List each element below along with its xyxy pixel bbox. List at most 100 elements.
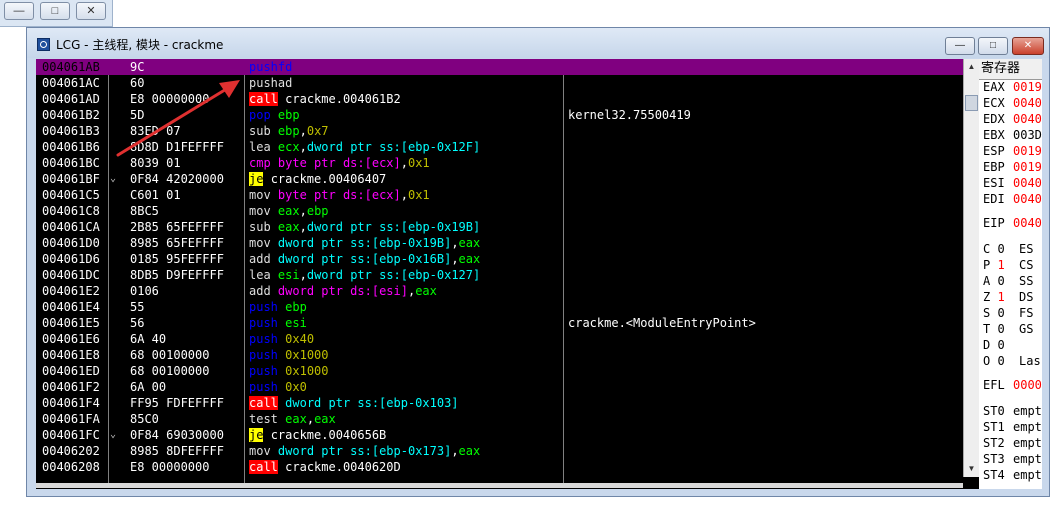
disassembly-pane[interactable]: 004061AB 9C pushfd 004061AC 60 pushad 004061AD…: [36, 59, 963, 483]
mnemonic: mov: [249, 444, 271, 458]
hex-bytes-cell: 68 00100000: [130, 348, 210, 362]
disasm-row[interactable]: 004061E8 68 00100000 push 0x1000: [36, 347, 963, 363]
disasm-row[interactable]: 004061CA 2B85 65FEFFFF sub eax,dword ptr s…: [36, 219, 963, 235]
hex-bytes-cell: 6A 40: [130, 332, 167, 346]
mnemonic: je: [249, 428, 264, 442]
mnemonic: call: [249, 396, 278, 410]
address-cell: 004061AD: [42, 92, 100, 106]
flag-value[interactable]: O 0: [983, 353, 1005, 369]
register-value[interactable]: 0019: [1013, 143, 1042, 159]
register-value[interactable]: 0040: [1013, 111, 1042, 127]
background-maximize-button[interactable]: □: [40, 2, 70, 20]
background-minimize-button[interactable]: —: [4, 2, 34, 20]
disasm-row[interactable]: 004061DC 8DB5 D9FEFFFF lea esi,dword ptr s…: [36, 267, 963, 283]
hex-bytes-cell: C601 01: [130, 188, 181, 202]
operand: 0x40: [285, 332, 315, 346]
disasm-row[interactable]: 004061BC 8039 01 cmp byte ptr ds:[ecx],0x1: [36, 155, 963, 171]
disasm-row[interactable]: 004061E4 55 push ebp: [36, 299, 963, 315]
flag-value[interactable]: S 0: [983, 305, 1005, 321]
disasm-row[interactable]: 004061FC ⌄ 0F84 69030000 je crackme.0040656…: [36, 427, 963, 443]
title-bar[interactable]: LCG - 主线程, 模块 - crackme — □ ✕: [27, 28, 1049, 58]
instruction-cell: mov eax,ebp: [249, 203, 329, 219]
register-value[interactable]: 0040: [1013, 215, 1042, 231]
flag-value[interactable]: T 0: [983, 321, 1005, 337]
disasm-row[interactable]: 004061BF ⌄ 0F84 42020000 je crackme.0040640…: [36, 171, 963, 187]
scroll-thumb[interactable]: [965, 95, 978, 111]
flag-value[interactable]: P 1: [983, 257, 1005, 273]
operand: eax: [458, 252, 481, 266]
mnemonic: lea: [249, 140, 271, 154]
disasm-row[interactable]: 00406208 E8 00000000 call crackme.0040620D: [36, 459, 963, 475]
maximize-button[interactable]: □: [978, 37, 1008, 55]
flag-value[interactable]: Z 1: [983, 289, 1005, 305]
address-cell: 004061BC: [42, 156, 100, 170]
register-value[interactable]: 003D: [1013, 127, 1042, 143]
disasm-row[interactable]: 004061D6 0185 95FEFFFF add dword ptr ss:[e…: [36, 251, 963, 267]
horizontal-scrollbar[interactable]: [36, 483, 963, 488]
fpu-register-name: ST3: [983, 452, 1005, 466]
register-value[interactable]: 0000: [1013, 377, 1042, 393]
scroll-down-icon[interactable]: ▼: [965, 462, 978, 476]
operand: byte ptr ds:[ecx]: [277, 188, 401, 202]
operand: ,: [451, 252, 459, 266]
operand: eax: [458, 444, 481, 458]
disasm-row[interactable]: 004061FA 85C0 test eax,eax: [36, 411, 963, 427]
flag-value[interactable]: A 0: [983, 273, 1005, 289]
register-value[interactable]: 0040: [1013, 95, 1042, 111]
mnemonic: cmp: [249, 156, 271, 170]
register-value[interactable]: 0040: [1013, 175, 1042, 191]
operand: dword ptr ss:[ebp-0x19B]: [277, 236, 452, 250]
operand: dword ptr ss:[ebp-0x16B]: [277, 252, 452, 266]
disasm-row[interactable]: 004061C8 8BC5 mov eax,ebp: [36, 203, 963, 219]
minimize-button[interactable]: —: [945, 37, 975, 55]
disasm-row[interactable]: 004061F4 FF95 FDFEFFFF call dword ptr ss:[…: [36, 395, 963, 411]
app-icon: [37, 38, 50, 51]
register-name: EDX: [983, 112, 1005, 126]
hex-bytes-cell: 68 00100000: [130, 364, 210, 378]
disasm-row[interactable]: 004061B2 5D pop ebp kernel32.75500419: [36, 107, 963, 123]
disasm-row[interactable]: 004061D0 8985 65FEFFFF mov dword ptr ss:[e…: [36, 235, 963, 251]
flag-value[interactable]: C 0: [983, 241, 1005, 257]
scroll-up-icon[interactable]: ▲: [965, 60, 978, 74]
flag-value[interactable]: D 0: [983, 337, 1005, 353]
mnemonic: push: [249, 300, 278, 314]
disasm-row[interactable]: 004061E6 6A 40 push 0x40: [36, 331, 963, 347]
close-button[interactable]: ✕: [1012, 37, 1044, 55]
background-close-button[interactable]: ✕: [76, 2, 106, 20]
disasm-row[interactable]: 00406202 8985 8DFEFFFF mov dword ptr ss:[e…: [36, 443, 963, 459]
register-value[interactable]: 0019: [1013, 159, 1042, 175]
disasm-row[interactable]: 004061AC 60 pushad: [36, 75, 963, 91]
vertical-scrollbar[interactable]: ▲ ▼: [963, 59, 979, 477]
comment-cell: kernel32.75500419: [568, 108, 691, 122]
disasm-row[interactable]: 004061ED 68 00100000 push 0x1000: [36, 363, 963, 379]
operand: ,: [400, 156, 408, 170]
disasm-row[interactable]: 004061E5 56 push esi crackme.<ModuleEntryPo…: [36, 315, 963, 331]
instruction-cell: test eax,eax: [249, 411, 336, 427]
fpu-register-value: empt: [1013, 420, 1042, 434]
segment-name: ES: [1019, 242, 1034, 256]
address-cell: 004061E4: [42, 300, 100, 314]
instruction-cell: lea ecx,dword ptr ss:[ebp-0x12F]: [249, 139, 480, 155]
disasm-row[interactable]: 004061F2 6A 00 push 0x0: [36, 379, 963, 395]
instruction-cell: sub ebp,0x7: [249, 123, 329, 139]
disasm-row[interactable]: 004061AD E8 00000000 call crackme.004061B2: [36, 91, 963, 107]
hex-bytes-cell: E8 00000000: [130, 460, 210, 474]
operand: ,: [299, 140, 307, 154]
registers-pane[interactable]: 寄存器 EAX 0019 ECX 0040 EDX 0040 EBX 003D ESP 0019 E…: [979, 59, 1042, 489]
disasm-row[interactable]: 004061AB 9C pushfd: [36, 59, 963, 75]
register-value[interactable]: 0040: [1013, 191, 1042, 207]
register-value[interactable]: 0019: [1013, 79, 1042, 95]
hex-bytes-cell: 5D: [130, 108, 145, 122]
disasm-row[interactable]: 004061B3 83ED 07 sub ebp,0x7: [36, 123, 963, 139]
mnemonic: mov: [249, 188, 271, 202]
address-cell: 004061FC: [42, 428, 100, 442]
address-cell: 004061DC: [42, 268, 100, 282]
disasm-row[interactable]: 004061B6 8D8D D1FEFFFF lea ecx,dword ptr s…: [36, 139, 963, 155]
operand: 0x1000: [285, 348, 329, 362]
register-name: EAX: [983, 80, 1005, 94]
operand: ,: [306, 412, 315, 426]
disasm-row[interactable]: 004061C5 C601 01 mov byte ptr ds:[ecx],0x1: [36, 187, 963, 203]
disasm-row[interactable]: 004061E2 0106 add dword ptr ds:[esi],eax: [36, 283, 963, 299]
hex-bytes-cell: 0F84 69030000: [130, 428, 224, 442]
segment-name: DS: [1019, 290, 1034, 304]
